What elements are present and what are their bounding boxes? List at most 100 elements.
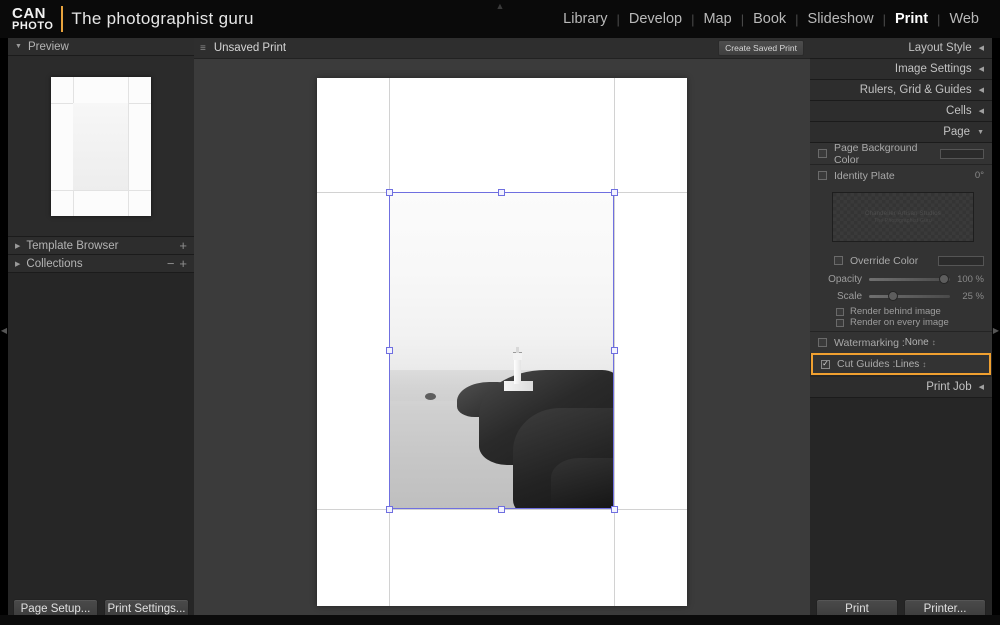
override-color-checkbox[interactable] xyxy=(834,256,843,265)
opacity-slider-track[interactable] xyxy=(869,274,950,284)
panel-label-rulers-grid-guides: Rulers, Grid & Guides xyxy=(859,84,972,96)
panel-header-rulers-grid-guides[interactable]: Rulers, Grid & Guides ◀ xyxy=(810,80,992,101)
brand-logo[interactable]: CAN PHOTO The photographist guru xyxy=(12,6,254,32)
opacity-slider-row[interactable]: Opacity 100 % xyxy=(810,271,992,288)
resize-handle-bottom-right[interactable] xyxy=(611,506,618,513)
scale-slider-track[interactable] xyxy=(869,291,950,301)
chevron-left-icon: ◀ xyxy=(978,87,984,94)
right-panel: Layout Style ◀ Image Settings ◀ Rulers, … xyxy=(810,38,992,625)
photo-rock-foreground xyxy=(551,458,614,509)
disclosure-icon[interactable]: ≡ xyxy=(200,43,206,54)
resize-handle-top-center[interactable] xyxy=(498,189,505,196)
chevron-down-icon: ▼ xyxy=(15,43,22,50)
create-saved-print-button[interactable]: Create Saved Print xyxy=(718,40,804,56)
left-panel-toggle-arrow[interactable]: ◀ xyxy=(0,310,8,350)
panel-header-preview[interactable]: ▼ Preview xyxy=(8,38,194,56)
chevron-left-icon: ◀ xyxy=(978,108,984,115)
identity-plate-section: Identity Plate 0° Chandelier Artisan Stu… xyxy=(810,165,992,332)
module-map[interactable]: Map xyxy=(694,11,740,27)
content-toolbar: ≡ Unsaved Print Create Saved Print xyxy=(194,38,810,59)
render-behind-image-checkbox[interactable] xyxy=(836,307,844,316)
watermarking-row[interactable]: Watermarking : None ↕ xyxy=(810,332,992,353)
identity-plate-checkbox[interactable] xyxy=(818,171,827,180)
chevron-left-icon: ◀ xyxy=(978,384,984,391)
resize-handle-bottom-left[interactable] xyxy=(386,506,393,513)
resize-handle-top-left[interactable] xyxy=(386,189,393,196)
remove-collection-icon[interactable]: − xyxy=(167,256,175,271)
photo-cell[interactable] xyxy=(389,192,614,509)
page-background-color-swatch[interactable] xyxy=(940,148,984,159)
resize-handle-bottom-center[interactable] xyxy=(498,506,505,513)
watermarking-checkbox[interactable] xyxy=(818,338,827,347)
chevron-down-icon: ▼ xyxy=(977,128,984,136)
render-on-every-image-checkbox[interactable] xyxy=(836,318,844,327)
identity-plate-angle[interactable]: 0° xyxy=(950,170,984,181)
scale-slider-row[interactable]: Scale 25 % xyxy=(810,288,992,305)
logo-mark: CAN PHOTO xyxy=(12,4,54,32)
scale-slider-knob[interactable] xyxy=(887,291,898,301)
module-print[interactable]: Print xyxy=(886,11,937,27)
panel-header-collections[interactable]: ▶ Collections − + xyxy=(8,255,194,273)
print-canvas[interactable] xyxy=(194,59,810,625)
photo-image xyxy=(389,192,614,509)
page-background-color-checkbox[interactable] xyxy=(818,149,827,158)
identity-plate-preview[interactable]: Chandelier Artisan Studios The Photograp… xyxy=(832,192,974,242)
panel-header-image-settings[interactable]: Image Settings ◀ xyxy=(810,59,992,80)
identity-plate-row[interactable]: Identity Plate 0° xyxy=(810,165,992,186)
print-title: Unsaved Print xyxy=(213,42,287,54)
cut-guides-stepper-icon[interactable]: ↕ xyxy=(922,360,926,369)
module-book[interactable]: Book xyxy=(744,11,795,27)
watermarking-value[interactable]: None xyxy=(905,337,929,348)
panel-label-print-job: Print Job xyxy=(926,381,972,393)
add-collection-icon[interactable]: + xyxy=(179,256,187,271)
chevron-left-icon: ◀ xyxy=(978,45,984,52)
logo-line-1: CAN xyxy=(12,4,46,22)
override-color-row[interactable]: Override Color xyxy=(810,250,992,271)
cut-guides-checkbox[interactable]: ✓ xyxy=(821,359,830,369)
page-background-color-row[interactable]: Page Background Color xyxy=(810,142,992,166)
logo-line-2: PHOTO xyxy=(12,19,54,32)
override-color-label: Override Color xyxy=(850,254,919,267)
preview-guide-h xyxy=(51,189,151,191)
module-library[interactable]: Library xyxy=(554,11,616,27)
scale-label: Scale xyxy=(836,291,862,302)
lighthouse-tower xyxy=(513,358,522,384)
logo-divider xyxy=(61,6,64,32)
opacity-value: 100 % xyxy=(957,274,984,285)
left-panel: ▼ Preview ▶ Template Browser + ▶ Collect… xyxy=(8,38,194,625)
right-panel-toggle-arrow[interactable]: ▶ xyxy=(992,310,1000,350)
override-color-swatch[interactable] xyxy=(938,255,984,266)
module-develop[interactable]: Develop xyxy=(620,11,691,27)
watermarking-stepper-icon[interactable]: ↕ xyxy=(932,338,936,347)
panel-label-image-settings: Image Settings xyxy=(894,63,972,75)
opacity-slider-knob[interactable] xyxy=(938,274,949,284)
lighthouse-tip xyxy=(516,346,519,354)
resize-handle-middle-left[interactable] xyxy=(386,347,393,354)
add-template-icon[interactable]: + xyxy=(179,238,187,253)
identity-plate-label: Identity Plate xyxy=(834,169,895,182)
page-background-color-section: Page Background Color xyxy=(810,142,992,166)
panel-header-cells[interactable]: Cells ◀ xyxy=(810,101,992,122)
panel-header-print-job[interactable]: Print Job ◀ xyxy=(810,377,992,398)
preview-page-thumbnail xyxy=(51,76,151,216)
resize-handle-top-right[interactable] xyxy=(611,189,618,196)
resize-handle-middle-right[interactable] xyxy=(611,347,618,354)
module-web[interactable]: Web xyxy=(940,11,988,27)
module-slideshow[interactable]: Slideshow xyxy=(799,11,883,27)
opacity-label: Opacity xyxy=(828,274,862,285)
preview-guide-v xyxy=(128,76,129,216)
panel-header-page[interactable]: Page ▼ xyxy=(810,122,992,143)
panel-label-cells: Cells xyxy=(946,105,972,117)
cut-guides-value[interactable]: Lines xyxy=(895,359,919,370)
top-panel-toggle-arrow[interactable]: ▲ xyxy=(491,2,509,11)
cut-guides-row[interactable]: ✓ Cut Guides : Lines ↕ xyxy=(811,353,991,375)
panel-header-template-browser[interactable]: ▶ Template Browser + xyxy=(8,237,194,255)
panel-label-template-browser: Template Browser xyxy=(26,239,119,252)
center-work-area: ≡ Unsaved Print Create Saved Print xyxy=(194,38,810,625)
render-on-every-image-row[interactable]: Render on every image xyxy=(810,317,992,331)
panel-header-layout-style[interactable]: Layout Style ◀ xyxy=(810,38,992,59)
chevron-left-icon: ◀ xyxy=(978,66,984,73)
bottom-edge-bar xyxy=(0,615,1000,625)
panel-label-preview: Preview xyxy=(27,40,69,53)
panel-label-page: Page xyxy=(943,126,971,138)
